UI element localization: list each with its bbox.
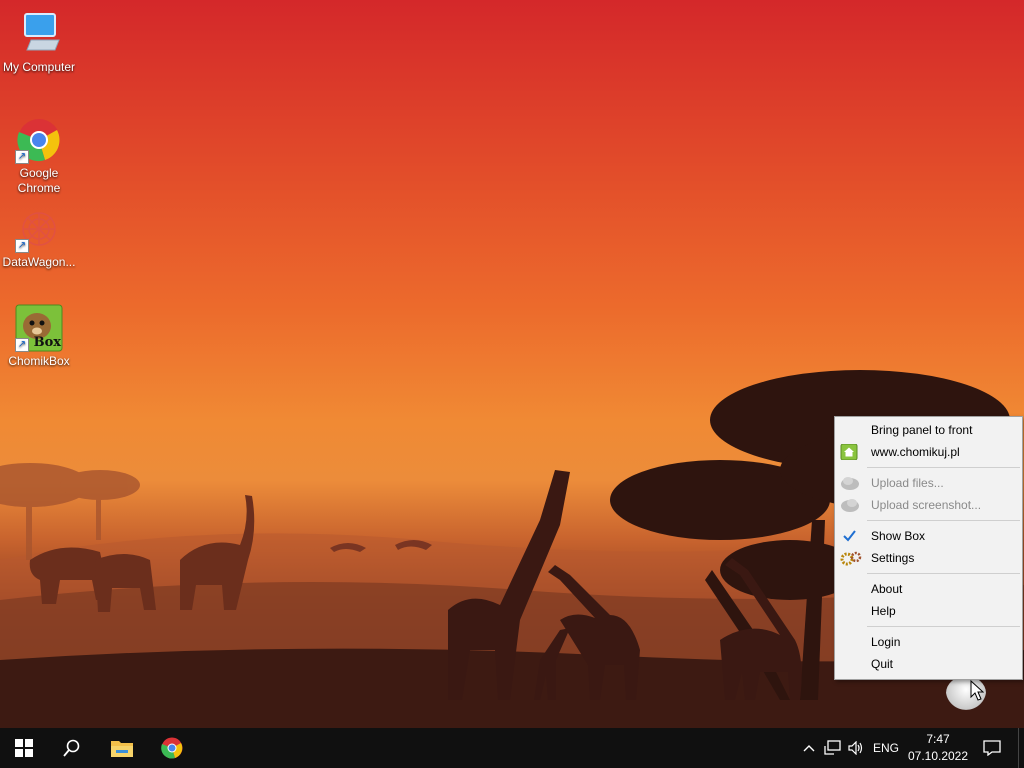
upload-icon bbox=[840, 475, 859, 491]
menu-item-about[interactable]: About bbox=[835, 578, 1022, 600]
taskbar: ENG 7:47 07.10.2022 bbox=[0, 728, 1024, 768]
chrome-taskbar-button[interactable] bbox=[148, 728, 196, 768]
desktop-icon-label: DataWagon... bbox=[2, 255, 76, 269]
shortcut-arrow-icon: ↗ bbox=[15, 150, 29, 164]
home-icon bbox=[840, 443, 858, 461]
show-hidden-icons-button[interactable] bbox=[800, 728, 818, 768]
menu-item-upload-files[interactable]: Upload files... bbox=[835, 472, 1022, 494]
computer-monitor-icon bbox=[15, 10, 63, 58]
chevron-up-icon bbox=[803, 745, 815, 752]
desktop-icon-my-computer[interactable]: My Computer bbox=[0, 10, 78, 75]
mouse-cursor-icon bbox=[970, 680, 984, 701]
menu-item-chomikuj-website[interactable]: www.chomikuj.pl bbox=[835, 441, 1022, 463]
menu-item-login[interactable]: Login bbox=[835, 631, 1022, 653]
clock-date: 07.10.2022 bbox=[907, 749, 969, 763]
desktop[interactable]: My Computer ↗ Google Chrome ↗ DataWagon.… bbox=[0, 0, 1024, 728]
menu-item-label: www.chomikuj.pl bbox=[871, 445, 960, 459]
network-button[interactable] bbox=[822, 728, 844, 768]
menu-item-label: Show Box bbox=[871, 529, 926, 543]
screenshot-icon bbox=[840, 497, 859, 513]
datawagon-icon: ↗ bbox=[15, 205, 63, 253]
volume-button[interactable] bbox=[846, 728, 866, 768]
desktop-icon-chomikbox[interactable]: Box ↗ ChomikBox bbox=[0, 304, 78, 369]
menu-item-help[interactable]: Help bbox=[835, 600, 1022, 622]
chomikbox-hamster-icon: Box ↗ bbox=[15, 304, 63, 352]
chrome-icon bbox=[161, 737, 183, 759]
chomikbox-badge: Box bbox=[33, 335, 61, 350]
menu-item-bring-panel-to-front[interactable]: Bring panel to front bbox=[835, 419, 1022, 441]
notification-icon bbox=[983, 740, 1001, 756]
file-explorer-icon bbox=[111, 741, 133, 757]
check-icon bbox=[840, 528, 858, 544]
input-language-indicator[interactable]: ENG bbox=[870, 728, 902, 768]
menu-item-label: Login bbox=[871, 635, 901, 649]
menu-item-settings[interactable]: Settings bbox=[835, 547, 1022, 569]
menu-separator bbox=[867, 573, 1020, 574]
clock-time: 7:47 bbox=[926, 732, 950, 746]
menu-item-label: Help bbox=[871, 604, 896, 618]
start-button[interactable] bbox=[0, 728, 48, 768]
settings-gears-icon bbox=[840, 550, 862, 566]
desktop-icon-label: ChomikBox bbox=[8, 354, 70, 368]
shortcut-arrow-icon: ↗ bbox=[15, 338, 29, 352]
menu-item-label: Upload files... bbox=[871, 476, 944, 490]
show-desktop-button[interactable] bbox=[1018, 728, 1024, 768]
clock[interactable]: 7:47 07.10.2022 bbox=[902, 731, 974, 765]
chrome-icon: ↗ bbox=[15, 116, 63, 164]
menu-item-upload-screenshot[interactable]: Upload screenshot... bbox=[835, 494, 1022, 516]
menu-item-label: Quit bbox=[871, 657, 894, 671]
language-label: ENG bbox=[872, 741, 899, 755]
menu-item-label: About bbox=[871, 582, 903, 596]
desktop-icon-label: My Computer bbox=[2, 60, 76, 74]
menu-separator bbox=[867, 520, 1020, 521]
menu-item-label: Bring panel to front bbox=[871, 423, 973, 437]
file-explorer-button[interactable] bbox=[98, 728, 146, 768]
chomikbox-tray-context-menu: Bring panel to front www.chomikuj.pl Upl… bbox=[834, 416, 1023, 680]
menu-separator bbox=[867, 467, 1020, 468]
menu-item-quit[interactable]: Quit bbox=[835, 653, 1022, 675]
desktop-icon-google-chrome[interactable]: ↗ Google Chrome bbox=[0, 116, 78, 196]
desktop-icon-label: Google Chrome bbox=[17, 166, 61, 195]
menu-item-show-box[interactable]: Show Box bbox=[835, 525, 1022, 547]
windows-start-icon bbox=[15, 739, 33, 757]
action-center-button[interactable] bbox=[978, 728, 1006, 768]
menu-item-label: Settings bbox=[871, 551, 915, 565]
desktop-icon-datawagon[interactable]: ↗ DataWagon... bbox=[0, 205, 78, 270]
menu-item-label: Upload screenshot... bbox=[871, 498, 982, 512]
network-icon bbox=[824, 740, 841, 755]
search-icon bbox=[63, 739, 80, 757]
shortcut-arrow-icon: ↗ bbox=[15, 239, 29, 253]
volume-icon bbox=[848, 741, 863, 755]
menu-separator bbox=[867, 626, 1020, 627]
search-button[interactable] bbox=[48, 728, 96, 768]
